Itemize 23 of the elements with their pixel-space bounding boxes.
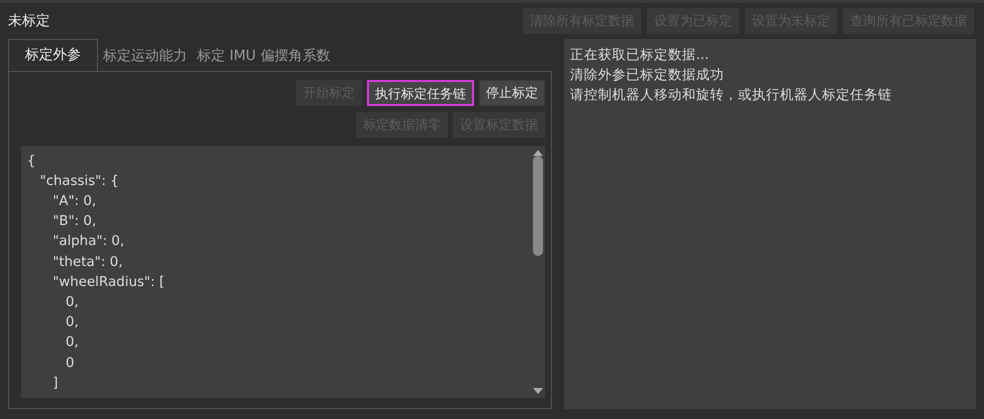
code-line: "alpha": 0,	[52, 232, 126, 252]
tab[interactable]: 标定运动能力	[98, 40, 192, 71]
code-line: 0	[64, 354, 76, 373]
log-line: 正在获取已标定数据...	[570, 46, 710, 65]
log-line: 请控制机器人移动和旋转，或执行机器人标定任务链	[570, 86, 893, 105]
code-line: 0,	[64, 292, 80, 312]
code-line: 0,	[64, 313, 80, 332]
code-line: "B": 0,	[52, 212, 98, 232]
code-line: 0,	[64, 333, 80, 352]
tab[interactable]: 标定外参	[8, 38, 98, 71]
tab[interactable]: 标定 IMU 偏摆角系数	[192, 40, 336, 71]
action-button[interactable]: 执行标定任务链	[367, 80, 474, 106]
code-line: {	[27, 152, 37, 171]
action-button[interactable]: 停止标定	[479, 80, 545, 106]
scroll-down-icon[interactable]	[533, 388, 543, 394]
log-line: 清除外参已标定数据成功	[570, 66, 725, 85]
code-line: ]	[52, 374, 60, 393]
code-line: "theta": 0,	[52, 252, 124, 272]
code-line: "chassis": {	[38, 172, 120, 191]
json-editor[interactable]: { "chassis": { "A": 0, "B": 0, "alpha": 0, "theta": 0, "wheelRadius": [ 0, 0, 0, 0 ]	[21, 146, 545, 398]
code-line: "wheelRadius": [	[52, 272, 166, 292]
code-line: "A": 0,	[52, 192, 98, 211]
calibration-status: 未标定	[8, 12, 50, 30]
